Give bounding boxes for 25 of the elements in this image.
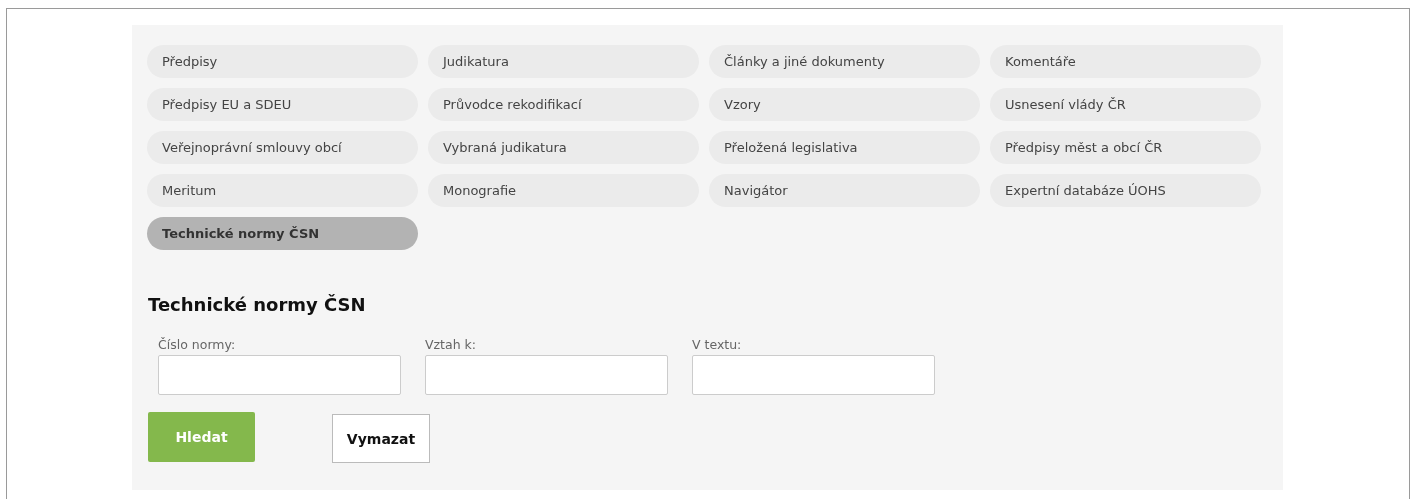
category-tab[interactable]: Monografie bbox=[428, 174, 699, 207]
input-field[interactable] bbox=[692, 355, 935, 395]
field-label: V textu: bbox=[692, 337, 743, 352]
field-label: Číslo normy: bbox=[158, 337, 237, 352]
input-field[interactable] bbox=[158, 355, 401, 395]
category-tab[interactable]: Předpisy EU a SDEU bbox=[147, 88, 418, 121]
category-tab[interactable]: Usnesení vlády ČR bbox=[990, 88, 1261, 121]
clear-button[interactable]: Vymazat bbox=[332, 414, 430, 463]
category-tab[interactable]: Články a jiné dokumenty bbox=[709, 45, 980, 78]
category-tab[interactable]: Navigátor bbox=[709, 174, 980, 207]
category-tab[interactable]: Vybraná judikatura bbox=[428, 131, 699, 164]
input-field[interactable] bbox=[425, 355, 668, 395]
category-tab[interactable]: Přeložená legislativa bbox=[709, 131, 980, 164]
section-title: Technické normy ČSN bbox=[148, 294, 366, 315]
category-tab[interactable]: Průvodce rekodifikací bbox=[428, 88, 699, 121]
category-tab[interactable]: Meritum bbox=[147, 174, 418, 207]
category-tab[interactable]: Předpisy měst a obcí ČR bbox=[990, 131, 1261, 164]
category-tab[interactable]: Technické normy ČSN bbox=[147, 217, 418, 250]
category-tab[interactable]: Judikatura bbox=[428, 45, 699, 78]
field-label: Vztah k: bbox=[425, 337, 478, 352]
category-tab[interactable]: Veřejnoprávní smlouvy obcí bbox=[147, 131, 418, 164]
category-tab[interactable]: Expertní databáze ÚOHS bbox=[990, 174, 1261, 207]
category-tab[interactable]: Předpisy bbox=[147, 45, 418, 78]
category-tab[interactable]: Vzory bbox=[709, 88, 980, 121]
category-tab[interactable]: Komentáře bbox=[990, 45, 1261, 78]
